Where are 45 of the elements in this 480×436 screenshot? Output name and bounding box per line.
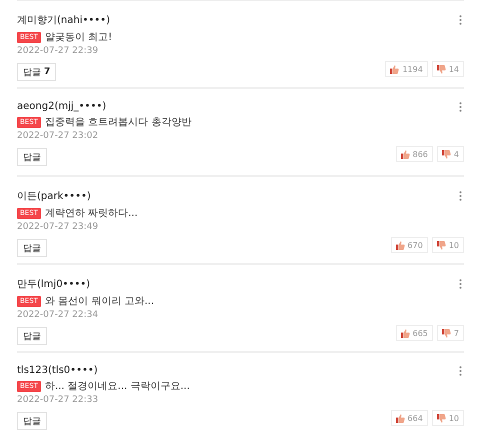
author-name: aeong2(mjj_••••) [17, 101, 106, 112]
comment-date: 2022-07-27 23:49 [17, 222, 100, 232]
thumb-down-icon [442, 328, 451, 338]
comment-text: 얄궂동이 최고! [44, 31, 112, 44]
reply-button[interactable]: 답글 [17, 327, 47, 345]
comment-date: 2022-07-27 22:33 [17, 395, 100, 405]
comment-date: 2022-07-27 22:34 [17, 310, 100, 320]
dislike-button[interactable]: 14 [432, 61, 464, 77]
like-button[interactable]: 664 [390, 410, 428, 426]
comment-text: 와 몸선이 뭐이리 고와... [44, 295, 154, 308]
comment-text: 집중력을 흐트려봅시다 총각양반 [44, 116, 192, 129]
thumb-down-icon [436, 240, 446, 250]
like-button[interactable]: 1194 [385, 61, 428, 77]
like-button[interactable]: 670 [390, 237, 428, 253]
comment-text: 계략연하 짜릿하다... [44, 207, 138, 220]
reply-button[interactable]: 답글 [17, 148, 47, 166]
author-name: 만두(lmj0••••) [17, 278, 90, 291]
more-icon[interactable] [459, 279, 462, 289]
comment-text: 하... 절경이네요... 극락이구요... [44, 380, 190, 393]
thumb-up-icon [400, 150, 410, 158]
dislike-button[interactable]: 7 [436, 325, 464, 341]
dislike-button[interactable]: 10 [432, 237, 464, 253]
more-icon[interactable] [459, 102, 462, 112]
reply-button[interactable]: 답글 7 [17, 63, 56, 81]
dislike-button[interactable]: 10 [432, 410, 464, 426]
like-button[interactable]: 866 [396, 146, 433, 162]
more-icon[interactable] [459, 15, 462, 25]
comment-date: 2022-07-27 23:02 [17, 131, 100, 141]
thumb-up-icon [396, 414, 405, 422]
more-icon[interactable] [459, 366, 462, 376]
thumb-down-icon [436, 414, 446, 422]
more-icon[interactable] [459, 191, 462, 201]
thumb-up-icon [390, 64, 400, 74]
author-name: 계미향기(nahi••••) [17, 14, 110, 27]
comment-date: 2022-07-27 22:39 [17, 46, 100, 56]
reply-button[interactable]: 답글 [17, 412, 47, 430]
reply-button[interactable]: 답글 [17, 239, 47, 257]
dislike-button[interactable]: 4 [436, 146, 464, 162]
like-button[interactable]: 665 [396, 325, 433, 341]
thumb-up-icon [400, 328, 410, 338]
thumb-down-icon [436, 64, 446, 74]
author-name: 이든(park••••) [17, 190, 91, 203]
thumb-up-icon [396, 240, 405, 250]
author-name: tls123(tls0••••) [17, 365, 98, 376]
thumb-down-icon [442, 150, 451, 158]
